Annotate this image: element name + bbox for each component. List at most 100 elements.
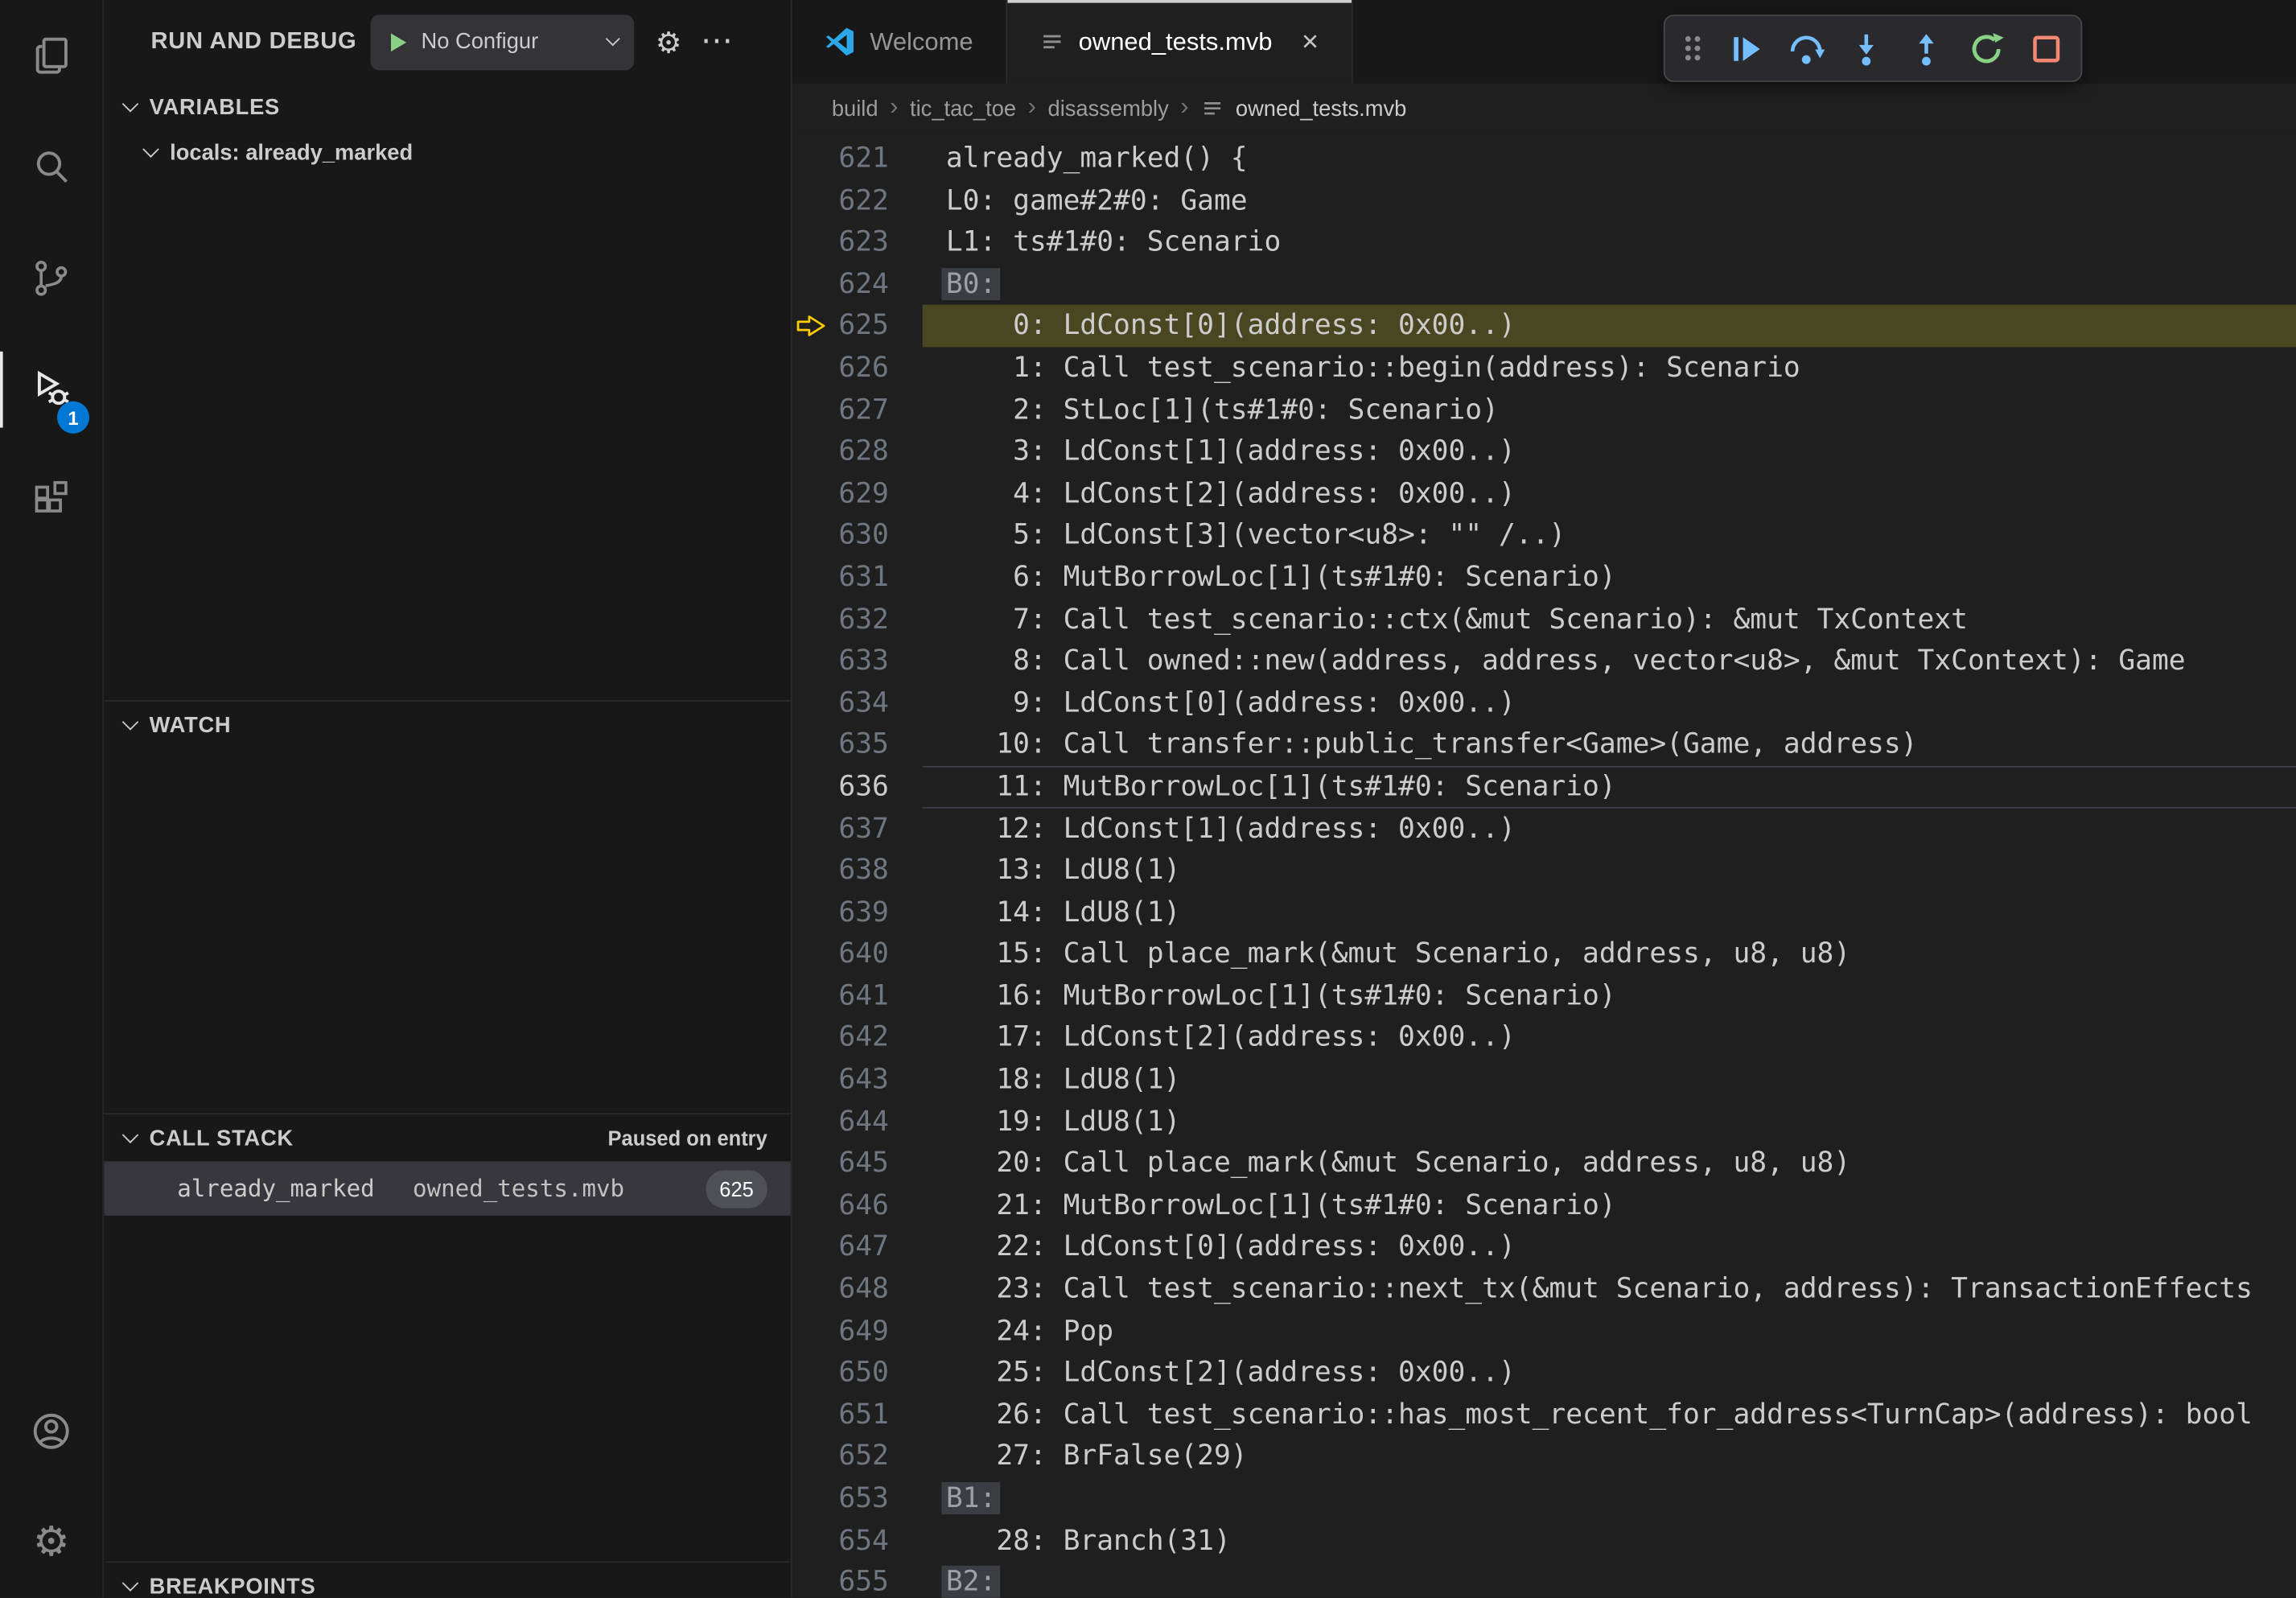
- code-line[interactable]: 645 20: Call place_mark(&mut Scenario, a…: [792, 1143, 2296, 1184]
- breakpoint-gutter[interactable]: [792, 1352, 830, 1394]
- step-into-icon[interactable]: [1848, 30, 1885, 67]
- breakpoint-gutter[interactable]: [792, 1478, 830, 1520]
- debug-stackframe-gutter[interactable]: [792, 305, 830, 347]
- stop-icon[interactable]: [2028, 30, 2065, 67]
- breadcrumb-item[interactable]: disassembly: [1048, 96, 1169, 121]
- step-out-icon[interactable]: [1908, 30, 1945, 67]
- breakpoint-gutter[interactable]: [792, 1394, 830, 1435]
- account-icon[interactable]: [0, 1375, 102, 1486]
- breakpoint-gutter[interactable]: [792, 1562, 830, 1598]
- breakpoint-gutter[interactable]: [792, 1143, 830, 1184]
- code-line[interactable]: 623L1: ts#1#0: Scenario: [792, 221, 2296, 263]
- breakpoint-gutter[interactable]: [792, 557, 830, 599]
- code-line[interactable]: 622L0: game#2#0: Game: [792, 179, 2296, 221]
- code-line[interactable]: 654 28: Branch(31): [792, 1520, 2296, 1562]
- code-line[interactable]: 643 18: LdU8(1): [792, 1059, 2296, 1101]
- source-control-icon[interactable]: [0, 223, 102, 334]
- breakpoint-gutter[interactable]: [792, 389, 830, 430]
- code-line[interactable]: 648 23: Call test_scenario::next_tx(&mut…: [792, 1268, 2296, 1310]
- code-line[interactable]: 628 3: LdConst[1](address: 0x00..): [792, 430, 2296, 472]
- breadcrumb-item[interactable]: owned_tests.mvb: [1236, 96, 1406, 121]
- code-line[interactable]: 646 21: MutBorrowLoc[1](ts#1#0: Scenario…: [792, 1184, 2296, 1226]
- breakpoint-gutter[interactable]: [792, 682, 830, 724]
- breakpoint-gutter[interactable]: [792, 850, 830, 892]
- start-debug-icon[interactable]: [386, 30, 409, 53]
- code-line[interactable]: 630 5: LdConst[3](vector<u8>: "" /..): [792, 515, 2296, 557]
- close-icon[interactable]: ×: [1302, 27, 1319, 56]
- breakpoint-gutter[interactable]: [792, 179, 830, 221]
- code-line[interactable]: 624B0:: [792, 263, 2296, 305]
- breakpoint-gutter[interactable]: [792, 1520, 830, 1562]
- breakpoints-section-header[interactable]: BREAKPOINTS: [104, 1563, 791, 1598]
- breakpoint-gutter[interactable]: [792, 1310, 830, 1352]
- call-stack-section-header[interactable]: CALL STACK Paused on entry: [104, 1114, 791, 1161]
- restart-icon[interactable]: [1968, 30, 2005, 67]
- breakpoint-gutter[interactable]: [792, 1226, 830, 1268]
- breakpoint-gutter[interactable]: [792, 1101, 830, 1143]
- breakpoint-gutter[interactable]: [792, 599, 830, 640]
- code-line[interactable]: 629 4: LdConst[2](address: 0x00..): [792, 472, 2296, 514]
- code-line[interactable]: 638 13: LdU8(1): [792, 850, 2296, 892]
- breakpoint-gutter[interactable]: [792, 766, 830, 808]
- code-line[interactable]: 639 14: LdU8(1): [792, 892, 2296, 933]
- breakpoint-gutter[interactable]: [792, 1436, 830, 1478]
- code-line[interactable]: 637 12: LdConst[1](address: 0x00..): [792, 808, 2296, 850]
- breakpoint-gutter[interactable]: [792, 263, 830, 305]
- extensions-icon[interactable]: [0, 445, 102, 556]
- breakpoint-gutter[interactable]: [792, 1017, 830, 1059]
- watch-section-header[interactable]: WATCH: [104, 702, 791, 748]
- breakpoint-gutter[interactable]: [792, 1268, 830, 1310]
- code-line[interactable]: 631 6: MutBorrowLoc[1](ts#1#0: Scenario): [792, 557, 2296, 599]
- variables-scope-locals[interactable]: locals: already_marked: [104, 130, 791, 175]
- breakpoint-gutter[interactable]: [792, 515, 830, 557]
- breakpoint-gutter[interactable]: [792, 808, 830, 850]
- breakpoint-gutter[interactable]: [792, 1184, 830, 1226]
- more-actions-icon[interactable]: ⋯: [701, 26, 733, 58]
- code-line[interactable]: 641 16: MutBorrowLoc[1](ts#1#0: Scenario…: [792, 975, 2296, 1017]
- breakpoint-gutter[interactable]: [792, 1059, 830, 1101]
- breakpoint-gutter[interactable]: [792, 724, 830, 766]
- code-line[interactable]: 635 10: Call transfer::public_transfer<G…: [792, 724, 2296, 766]
- code-line[interactable]: 644 19: LdU8(1): [792, 1101, 2296, 1143]
- code-line[interactable]: 621already_marked() {: [792, 138, 2296, 179]
- breakpoint-gutter[interactable]: [792, 975, 830, 1017]
- code-line[interactable]: 625 0: LdConst[0](address: 0x00..): [792, 305, 2296, 347]
- code-line[interactable]: 647 22: LdConst[0](address: 0x00..): [792, 1226, 2296, 1268]
- gripper-icon[interactable]: [1681, 29, 1705, 67]
- code-line[interactable]: 626 1: Call test_scenario::begin(address…: [792, 347, 2296, 389]
- configure-gear-icon[interactable]: ⚙: [656, 27, 682, 56]
- breadcrumb-item[interactable]: build: [832, 96, 878, 121]
- code-line[interactable]: 652 27: BrFalse(29): [792, 1436, 2296, 1478]
- tab-owned-tests-mvb[interactable]: owned_tests.mvb ×: [1006, 0, 1352, 84]
- code-line[interactable]: 653B1:: [792, 1478, 2296, 1520]
- code-line[interactable]: 650 25: LdConst[2](address: 0x00..): [792, 1352, 2296, 1394]
- call-stack-frame[interactable]: already_marked owned_tests.mvb 625: [104, 1161, 791, 1215]
- breakpoint-gutter[interactable]: [792, 347, 830, 389]
- search-icon[interactable]: [0, 111, 102, 222]
- code-line[interactable]: 649 24: Pop: [792, 1310, 2296, 1352]
- code-line[interactable]: 640 15: Call place_mark(&mut Scenario, a…: [792, 933, 2296, 975]
- breakpoint-gutter[interactable]: [792, 138, 830, 179]
- code-line[interactable]: 634 9: LdConst[0](address: 0x00..): [792, 682, 2296, 724]
- continue-icon[interactable]: [1728, 30, 1765, 67]
- variables-section-header[interactable]: VARIABLES: [104, 84, 791, 130]
- breakpoint-gutter[interactable]: [792, 892, 830, 933]
- tab-welcome[interactable]: Welcome: [792, 0, 1007, 84]
- code-line[interactable]: 636 11: MutBorrowLoc[1](ts#1#0: Scenario…: [792, 766, 2296, 808]
- code-line[interactable]: 632 7: Call test_scenario::ctx(&mut Scen…: [792, 599, 2296, 640]
- code-line[interactable]: 642 17: LdConst[2](address: 0x00..): [792, 1017, 2296, 1059]
- run-and-debug-icon[interactable]: 1: [0, 334, 102, 445]
- breakpoint-gutter[interactable]: [792, 430, 830, 472]
- breadcrumb-item[interactable]: tic_tac_toe: [910, 96, 1016, 121]
- code-line[interactable]: 627 2: StLoc[1](ts#1#0: Scenario): [792, 389, 2296, 430]
- code-line[interactable]: 633 8: Call owned::new(address, address,…: [792, 640, 2296, 682]
- breakpoint-gutter[interactable]: [792, 472, 830, 514]
- code-line[interactable]: 651 26: Call test_scenario::has_most_rec…: [792, 1394, 2296, 1435]
- explorer-icon[interactable]: [0, 0, 102, 111]
- settings-gear-icon[interactable]: ⚙: [0, 1487, 102, 1598]
- breakpoint-gutter[interactable]: [792, 640, 830, 682]
- step-over-icon[interactable]: [1788, 30, 1825, 67]
- breakpoint-gutter[interactable]: [792, 933, 830, 975]
- breakpoint-gutter[interactable]: [792, 221, 830, 263]
- code-line[interactable]: 655B2:: [792, 1562, 2296, 1598]
